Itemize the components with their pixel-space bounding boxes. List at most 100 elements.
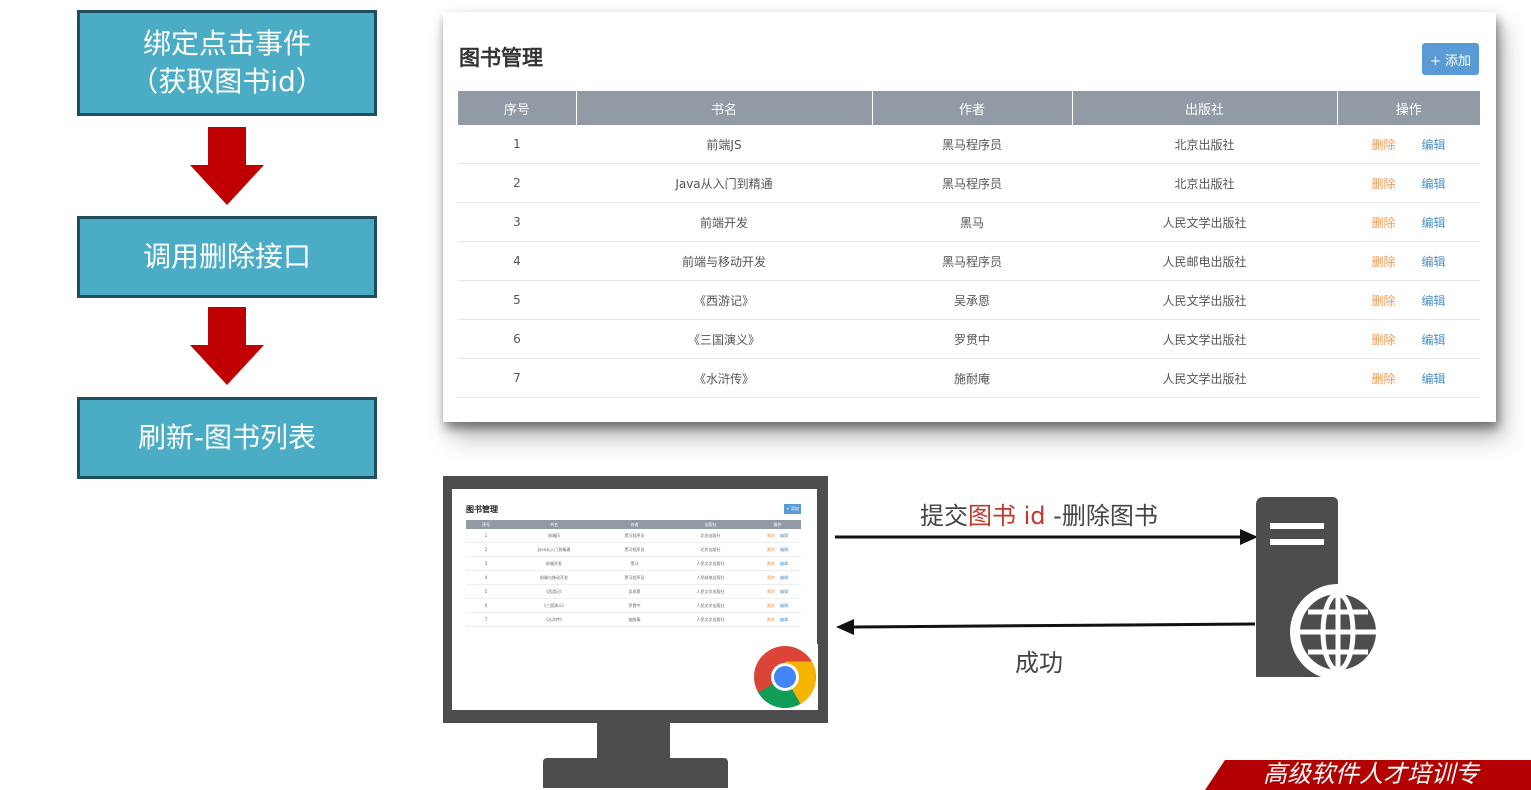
cell-publisher: 北京出版社: [1072, 163, 1337, 203]
mini-cell-actions: 删除 编辑: [754, 584, 801, 599]
mini-edit-link: 编辑: [780, 602, 788, 608]
delete-link[interactable]: 删除: [1371, 372, 1395, 386]
mini-column-header: 书名: [506, 520, 602, 529]
edit-link[interactable]: 编辑: [1422, 177, 1446, 191]
cell-book-name: 《西游记》: [576, 280, 872, 320]
mini-column-header: 序号: [466, 520, 506, 529]
cell-author: 黑马程序员: [872, 125, 1072, 164]
down-arrow-icon: [190, 127, 264, 207]
mini-cell: 前端与移动开发: [506, 570, 602, 585]
mini-delete-link: 删除: [767, 546, 775, 552]
book-table: 序号 书名 作者 出版社 操作 1 前端JS 黑马程序员 北京出版社 删除 编辑 2 Java…: [458, 91, 1480, 398]
cell-author: 施耐庵: [872, 358, 1072, 398]
delete-link[interactable]: 删除: [1371, 294, 1395, 308]
table-row: 7 《水浒传》 施耐庵 人民文学出版社 删除 编辑: [458, 358, 1480, 398]
mini-cell: 吴承恩: [602, 584, 667, 599]
response-label: 成功: [1015, 649, 1063, 677]
mini-cell: 人民邮电出版社: [667, 570, 754, 585]
cell-actions: 删除 编辑: [1337, 163, 1480, 203]
cell-id: 7: [458, 358, 576, 398]
flow-step-line: 调用删除接口: [142, 240, 311, 273]
mini-table-row: 1 前端JS 黑马程序员 北京出版社 删除 编辑: [466, 529, 801, 543]
delete-link[interactable]: 删除: [1371, 216, 1395, 230]
cell-id: 4: [458, 241, 576, 281]
cell-author: 黑马程序员: [872, 163, 1072, 203]
cell-actions: 删除 编辑: [1337, 319, 1480, 359]
page-title: 图书管理: [459, 46, 543, 70]
monitor-base: [543, 758, 728, 788]
request-response-arrows: [835, 529, 1258, 635]
mini-cell: 北京出版社: [667, 542, 754, 557]
edit-link[interactable]: 编辑: [1422, 294, 1446, 308]
mini-table-row: 3 前端开发 黑马 人民文学出版社 删除 编辑: [466, 556, 801, 571]
mini-cell: 罗贯中: [602, 598, 667, 613]
delete-link[interactable]: 删除: [1371, 177, 1395, 191]
mini-page-title: 图书管理: [466, 505, 498, 514]
mini-add-button: + 添加: [784, 504, 801, 514]
table-row: 5 《西游记》 吴承恩 人民文学出版社 删除 编辑: [458, 280, 1480, 320]
flow-step-line: 绑定点击事件: [142, 27, 311, 60]
mini-cell-actions: 删除 编辑: [754, 598, 801, 613]
cell-author: 黑马: [872, 202, 1072, 242]
mini-edit-link: 编辑: [780, 546, 788, 552]
flow-step-bind-click: 绑定点击事件 （获取图书id）: [77, 10, 377, 116]
table-row: 1 前端JS 黑马程序员 北京出版社 删除 编辑: [458, 125, 1480, 164]
cell-id: 6: [458, 319, 576, 359]
mini-cell: 黑马: [602, 556, 667, 571]
mini-column-header: 出版社: [667, 520, 754, 529]
mini-edit-link: 编辑: [780, 574, 788, 580]
table-row: 6 《三国演义》 罗贯中 人民文学出版社 删除 编辑: [458, 319, 1480, 359]
edit-link[interactable]: 编辑: [1422, 333, 1446, 347]
down-arrow-icon: [190, 307, 264, 387]
mini-book-table: 序号 书名 作者 出版社 操作 1 前端JS 黑马程序员 北京出版社 删除 编辑 2 Java…: [466, 520, 801, 627]
edit-link[interactable]: 编辑: [1422, 216, 1446, 230]
table-row: 3 前端开发 黑马 人民文学出版社 删除 编辑: [458, 202, 1480, 242]
cell-author: 罗贯中: [872, 319, 1072, 359]
cell-publisher: 人民文学出版社: [1072, 280, 1337, 320]
mini-cell: 黑马程序员: [602, 570, 667, 585]
mini-cell: 人民文学出版社: [667, 584, 754, 599]
cell-id: 1: [458, 125, 576, 164]
cell-id: 3: [458, 202, 576, 242]
add-button[interactable]: + 添加: [1422, 43, 1479, 75]
mini-column-header: 作者: [602, 520, 667, 529]
flow-step-call-delete-api: 调用删除接口: [77, 216, 377, 298]
mini-cell-actions: 删除 编辑: [754, 542, 801, 557]
cell-id: 2: [458, 163, 576, 203]
mini-cell-actions: 删除 编辑: [754, 529, 801, 543]
cell-publisher: 人民文学出版社: [1072, 358, 1337, 398]
mini-cell: 7: [466, 612, 506, 627]
mini-delete-link: 删除: [767, 616, 775, 622]
mini-delete-link: 删除: [767, 532, 775, 538]
mini-edit-link: 编辑: [780, 560, 788, 566]
mini-column-header: 操作: [754, 520, 801, 529]
mini-cell-actions: 删除 编辑: [754, 556, 801, 571]
mini-edit-link: 编辑: [780, 588, 788, 594]
table-row: 4 前端与移动开发 黑马程序员 人民邮电出版社 删除 编辑: [458, 241, 1480, 281]
delete-link[interactable]: 删除: [1371, 138, 1395, 152]
cell-author: 黑马程序员: [872, 241, 1072, 281]
mini-delete-link: 删除: [767, 574, 775, 580]
edit-link[interactable]: 编辑: [1422, 138, 1446, 152]
mini-table-row: 7 《水浒传》 施耐庵 人民文学出版社 删除 编辑: [466, 612, 801, 627]
mini-delete-link: 删除: [767, 602, 775, 608]
column-header-actions: 操作: [1337, 91, 1480, 125]
delete-link[interactable]: 删除: [1371, 333, 1395, 347]
cell-publisher: 人民邮电出版社: [1072, 241, 1337, 281]
cell-actions: 删除 编辑: [1337, 241, 1480, 281]
mini-cell-actions: 删除 编辑: [754, 612, 801, 627]
cell-actions: 删除 编辑: [1337, 358, 1480, 398]
mini-cell: 6: [466, 598, 506, 613]
edit-link[interactable]: 编辑: [1422, 255, 1446, 269]
mini-cell: 人民文学出版社: [667, 556, 754, 571]
cell-publisher: 人民文学出版社: [1072, 319, 1337, 359]
edit-link[interactable]: 编辑: [1422, 372, 1446, 386]
response-arrow: [853, 622, 1256, 629]
response-arrow-head: [836, 619, 854, 635]
mini-cell: 前端开发: [506, 556, 602, 571]
column-header-author: 作者: [872, 91, 1073, 125]
mini-delete-link: 删除: [767, 588, 775, 594]
flow-step-line: （获取图书id）: [130, 65, 324, 98]
mini-cell: 人民文学出版社: [667, 598, 754, 613]
delete-link[interactable]: 删除: [1371, 255, 1395, 269]
